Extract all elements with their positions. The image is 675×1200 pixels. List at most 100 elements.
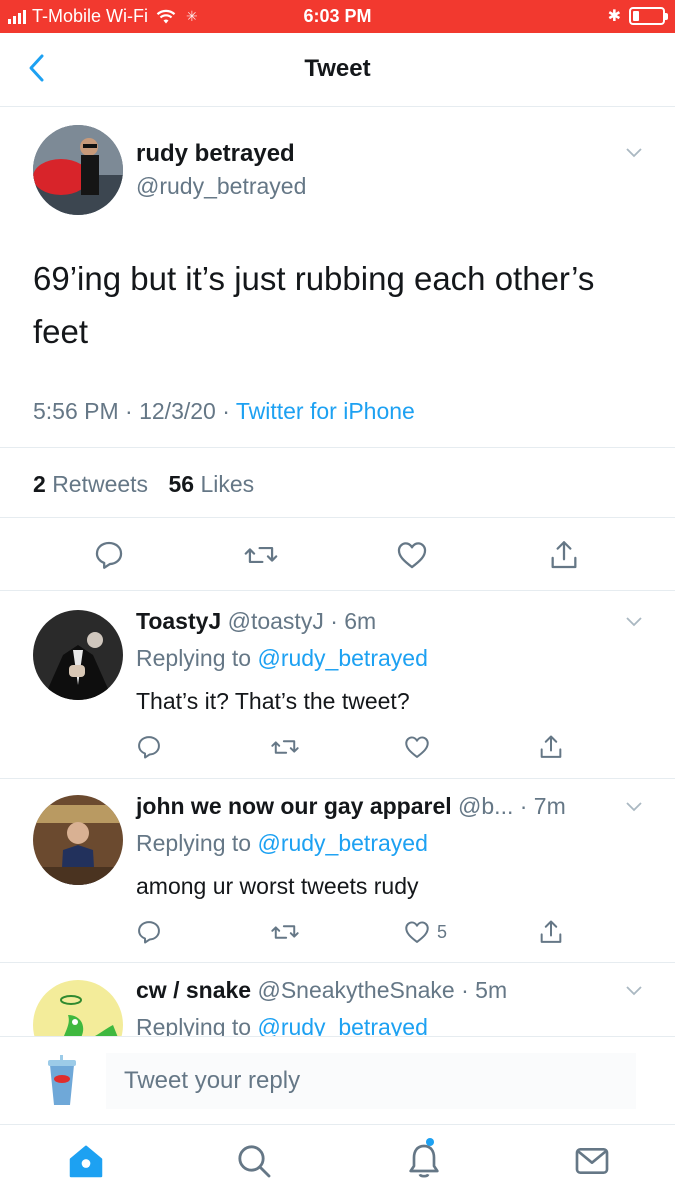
like-icon	[397, 542, 427, 569]
share-button[interactable]	[537, 918, 565, 946]
like-icon	[405, 736, 429, 758]
reply-actions	[0, 733, 675, 763]
retweet-icon	[271, 925, 299, 939]
avatar-photo	[33, 795, 123, 885]
chevron-down-icon[interactable]	[625, 985, 643, 997]
replying-to-label: Replying to	[136, 645, 258, 671]
reply-header: cw / snake @SneakytheSnake · 5m	[136, 977, 507, 1004]
likes-count: 56	[168, 471, 195, 497]
tweet-text: 69’ing but it’s just rubbing each other’…	[33, 260, 595, 350]
reply-icon	[138, 921, 160, 944]
avatar-photo	[33, 610, 123, 700]
chevron-down-icon[interactable]	[625, 801, 643, 813]
avatar[interactable]	[33, 610, 123, 700]
battery-icon	[629, 7, 668, 25]
divider	[0, 517, 675, 518]
reply-text: That’s it? That’s the tweet?	[136, 688, 410, 714]
reply-item[interactable]: ToastyJ @toastyJ · 6m Replying to @rudy_…	[0, 608, 675, 778]
author-handle[interactable]: @rudy_betrayed	[136, 173, 306, 200]
avatar-photo	[33, 980, 123, 1036]
chevron-down-icon[interactable]	[625, 616, 643, 628]
share-button[interactable]	[547, 538, 581, 572]
reply-author-name[interactable]: cw / snake	[136, 977, 251, 1003]
share-icon	[540, 920, 562, 943]
notifications-icon	[409, 1144, 439, 1178]
divider	[0, 447, 675, 448]
like-button[interactable]: 5	[403, 918, 447, 946]
likes-stat[interactable]: 56 Likes	[168, 471, 254, 497]
share-icon	[551, 541, 577, 569]
retweets-label: Retweets	[52, 471, 149, 497]
reply-header: ToastyJ @toastyJ · 6m	[136, 608, 376, 635]
replying-to-link[interactable]: @rudy_betrayed	[257, 830, 427, 856]
avatar[interactable]	[33, 795, 123, 885]
replying-to-label: Replying to	[136, 830, 258, 856]
avatar[interactable]	[33, 125, 123, 215]
reply-header: john we now our gay apparel @b... · 7m	[136, 793, 566, 820]
share-icon	[540, 735, 562, 758]
search-icon	[238, 1145, 271, 1178]
reply-input[interactable]	[106, 1053, 636, 1109]
replying-to: Replying to @rudy_betrayed	[136, 830, 428, 857]
reply-text: among ur worst tweets rudy	[136, 873, 419, 899]
tweet-source-link[interactable]: Twitter for iPhone	[236, 398, 415, 424]
home-icon	[69, 1145, 103, 1178]
retweets-stat[interactable]: 2 Retweets	[33, 471, 148, 497]
nav-bar: Tweet	[0, 33, 675, 107]
tweet-stats: 2 Retweets 56 Likes	[33, 471, 254, 498]
retweet-button[interactable]	[270, 733, 300, 761]
status-bar: T-Mobile Wi-Fi ✳ 6:03 PM ✱	[0, 0, 675, 33]
reply-author-name[interactable]: john we now our gay apparel	[136, 793, 452, 819]
reply-item[interactable]: john we now our gay apparel @b... · 7m R…	[0, 793, 675, 963]
tweet-actions	[0, 536, 675, 580]
replying-to: Replying to @rudy_betrayed	[136, 645, 428, 672]
status-right: ✱	[607, 6, 668, 26]
replying-to-link[interactable]: @rudy_betrayed	[257, 645, 427, 671]
tab-home[interactable]	[66, 1141, 106, 1181]
tab-bar	[0, 1124, 675, 1200]
bluetooth-icon: ✱	[607, 8, 621, 25]
divider	[0, 778, 675, 779]
retweet-button[interactable]	[243, 538, 279, 572]
retweet-icon	[271, 740, 299, 754]
reply-icon	[95, 541, 123, 569]
like-button[interactable]	[395, 538, 429, 572]
messages-icon	[575, 1148, 609, 1174]
tab-notifications[interactable]	[404, 1138, 444, 1181]
page-title: Tweet	[304, 55, 371, 82]
divider	[0, 590, 675, 591]
reply-button[interactable]	[135, 733, 163, 761]
chevron-down-icon[interactable]	[625, 147, 643, 159]
divider	[0, 962, 675, 963]
user-avatar-cup[interactable]	[45, 1055, 79, 1107]
replying-to-label: Replying to	[136, 1014, 258, 1036]
reply-handle-time: @SneakytheSnake · 5m	[257, 977, 508, 1003]
reply-actions: 5	[0, 918, 675, 948]
reply-button[interactable]	[92, 538, 126, 572]
retweets-count: 2	[33, 471, 46, 497]
reply-icon	[138, 736, 160, 759]
share-button[interactable]	[537, 733, 565, 761]
reply-button[interactable]	[135, 918, 163, 946]
retweet-button[interactable]	[270, 918, 300, 946]
like-icon	[405, 921, 429, 943]
status-time: 6:03 PM	[303, 6, 372, 26]
likes-label: Likes	[200, 471, 255, 497]
tweet-meta: 5:56 PM · 12/3/20 · Twitter for iPhone	[33, 398, 415, 425]
author-name[interactable]: rudy betrayed	[136, 140, 295, 168]
reply-handle-time: @toastyJ · 6m	[227, 608, 377, 634]
like-count: 5	[437, 921, 448, 942]
avatar[interactable]	[33, 980, 123, 1036]
reply-author-name[interactable]: ToastyJ	[136, 608, 221, 634]
reply-item[interactable]: cw / snake @SneakytheSnake · 5m Replying…	[0, 977, 675, 1036]
avatar-photo	[33, 125, 123, 215]
retweet-icon	[244, 546, 278, 564]
replying-to-link[interactable]: @rudy_betrayed	[257, 1014, 427, 1036]
tab-search[interactable]	[234, 1141, 274, 1181]
reply-composer	[0, 1036, 675, 1124]
tab-messages[interactable]	[572, 1141, 612, 1181]
replying-to: Replying to @rudy_betrayed	[136, 1014, 428, 1036]
like-button[interactable]	[403, 733, 437, 761]
notification-dot	[426, 1138, 434, 1146]
reply-handle-time: @b... · 7m	[458, 793, 566, 819]
